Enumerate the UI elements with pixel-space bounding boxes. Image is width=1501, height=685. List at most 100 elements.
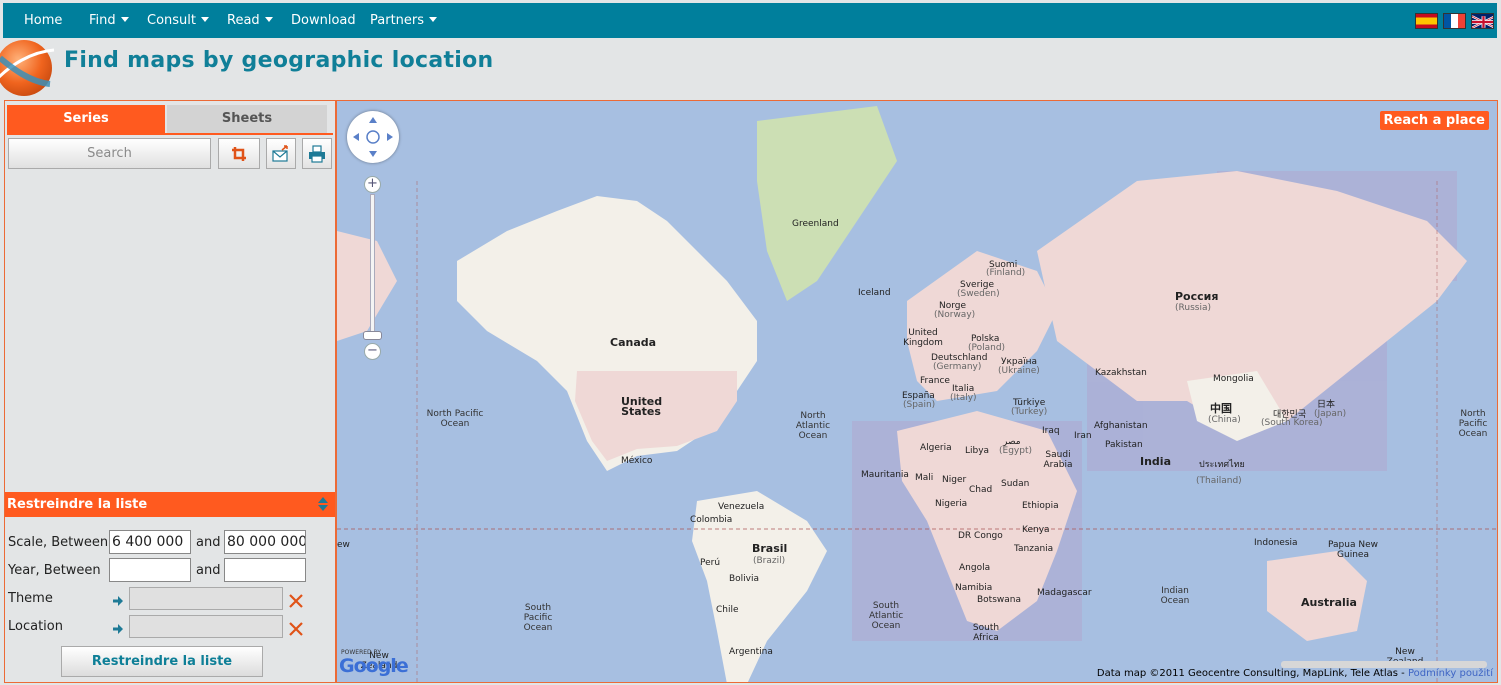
mail-button[interactable] [266,138,296,169]
map-label-france: France [920,376,950,386]
map-label-venezuela: Venezuela [718,502,765,512]
map-label-mali: Mali [915,473,934,483]
map-label-brasil-en: (Brazil) [753,556,785,566]
map-credits: Data map ©2011 Geocentre Consulting, Map… [1097,668,1493,679]
search-button-label: Search [87,146,132,161]
map-label-argentina: Argentina [729,647,773,657]
tab-sheets[interactable]: Sheets [167,105,327,133]
map-label-ethiopia: Ethiopia [1022,501,1059,511]
zoom-slider[interactable] [370,194,375,334]
zoom-out-button[interactable]: − [364,343,381,360]
map-label-brasil-en-text: (Brazil) [753,556,786,566]
map-label-egypt-en: (Egypt) [999,446,1032,456]
tab-underline [7,133,333,135]
search-panel: Series Sheets Search Restreindre la list… [4,100,336,683]
nav-home[interactable]: Home [24,3,62,38]
scale-and-label: and [196,535,221,550]
map-label-canada: Canada [610,336,657,349]
reach-place-button[interactable]: Reach a place [1379,111,1489,130]
arrow-right-icon[interactable] [112,623,124,635]
map-label-pakistan: Pakistan [1105,440,1143,450]
crop-button[interactable] [218,138,260,169]
scale-max-input[interactable]: 80 000 000 [224,530,306,554]
map-label-norge-en: (Norway) [934,310,976,320]
map-label-colombia: Colombia [690,515,733,525]
map-label-papua-new-guinea: Papua New Guinea [1328,540,1378,560]
map-label-algeria: Algeria [920,443,952,453]
map-label-angola: Angola [959,563,991,573]
print-icon [309,144,325,163]
world-map[interactable]: Reach a place + − Greenland Iceland Cana… [336,100,1498,683]
map-label-espana-en: (Spain) [903,400,936,410]
map-label-deutschland-en: (Germany) [933,362,982,372]
restrict-list-button-label: Restreindre la liste [91,654,233,669]
map-label-iceland: Iceland [858,288,891,298]
nav-read[interactable]: Read [227,3,273,38]
nav-partners-label: Partners [370,13,425,28]
search-button[interactable]: Search [8,138,211,169]
map-label-peru: Perú [700,558,721,568]
fr-flag-icon[interactable] [1443,13,1466,29]
page-title: Find maps by geographic location [64,48,494,73]
nav-partners[interactable]: Partners [370,3,438,38]
map-label-indian-ocean: Indian Ocean [1160,586,1190,606]
map-label-north-pacific-ocean-east: North Pacific Ocean [1458,409,1488,439]
map-label-libya: Libya [965,446,990,456]
map-label-thailand: ประเทศไทย [1199,460,1245,470]
google-logo[interactable]: Google [339,655,409,677]
location-select[interactable] [129,615,283,638]
chevron-down-icon [120,17,129,22]
map-label-partial: ew [337,540,350,550]
map-label-chad: Chad [969,485,993,495]
sort-arrows-icon[interactable] [317,496,329,512]
map-label-north-pacific-ocean: North Pacific Ocean [426,409,484,429]
uk-flag-icon[interactable] [1471,13,1494,29]
zoom-in-button[interactable]: + [364,176,381,193]
map-label-australia: Australia [1301,596,1357,609]
restrict-list-button[interactable]: Restreindre la liste [61,646,263,677]
year-max-input[interactable] [224,558,306,582]
map-label-russia: Россия [1175,290,1219,303]
map-label-iraq: Iraq [1042,426,1060,436]
pan-control[interactable] [347,111,399,163]
nav-consult[interactable]: Consult [147,3,209,38]
year-and-label: and [196,563,221,578]
globe-logo-icon [0,40,55,96]
map-label-afghanistan: Afghanistan [1094,421,1148,431]
terms-link[interactable]: Podmínky použití [1408,668,1493,679]
clear-icon[interactable] [288,621,304,637]
map-label-namibia: Namibia [955,583,993,593]
map-label-kazakhstan: Kazakhstan [1095,368,1147,378]
map-label-mongolia: Mongolia [1213,374,1254,384]
restrict-header[interactable]: Restreindre la liste [5,492,335,517]
map-label-iran: Iran [1074,431,1092,441]
es-flag-icon[interactable] [1415,13,1438,29]
mail-icon [272,144,288,162]
map-label-uk: United Kingdom [903,328,943,348]
nav-find[interactable]: Find [89,3,129,38]
map-label-dr-congo: DR Congo [958,531,1003,541]
year-min-input[interactable] [109,558,191,582]
map-label-chile: Chile [716,605,739,615]
theme-label: Theme [8,591,53,606]
print-button[interactable] [302,138,332,169]
clear-icon[interactable] [288,593,304,609]
map-label-suomi-en: (Finland) [986,268,1026,278]
chevron-down-icon [201,17,209,22]
zoom-slider-handle[interactable] [363,331,382,340]
tab-series[interactable]: Series [7,105,165,133]
tab-sheets-label: Sheets [221,111,273,126]
nav-read-label: Read [227,13,260,28]
map-label-sverige-en: (Sweden) [957,289,1000,299]
overview-map-toggle[interactable] [1281,661,1487,668]
map-label-botswana: Botswana [977,595,1021,605]
map-label-niger: Niger [942,475,967,485]
theme-select[interactable] [129,587,283,610]
arrow-right-icon[interactable] [112,595,124,607]
scale-min-input[interactable]: 6 400 000 [109,530,191,554]
map-label-india: India [1140,455,1171,468]
map-label-sudan: Sudan [1001,479,1030,489]
restrict-header-title: Restreindre la liste [7,497,148,512]
nav-download-label: Download [291,13,356,28]
nav-download[interactable]: Download [291,3,356,38]
